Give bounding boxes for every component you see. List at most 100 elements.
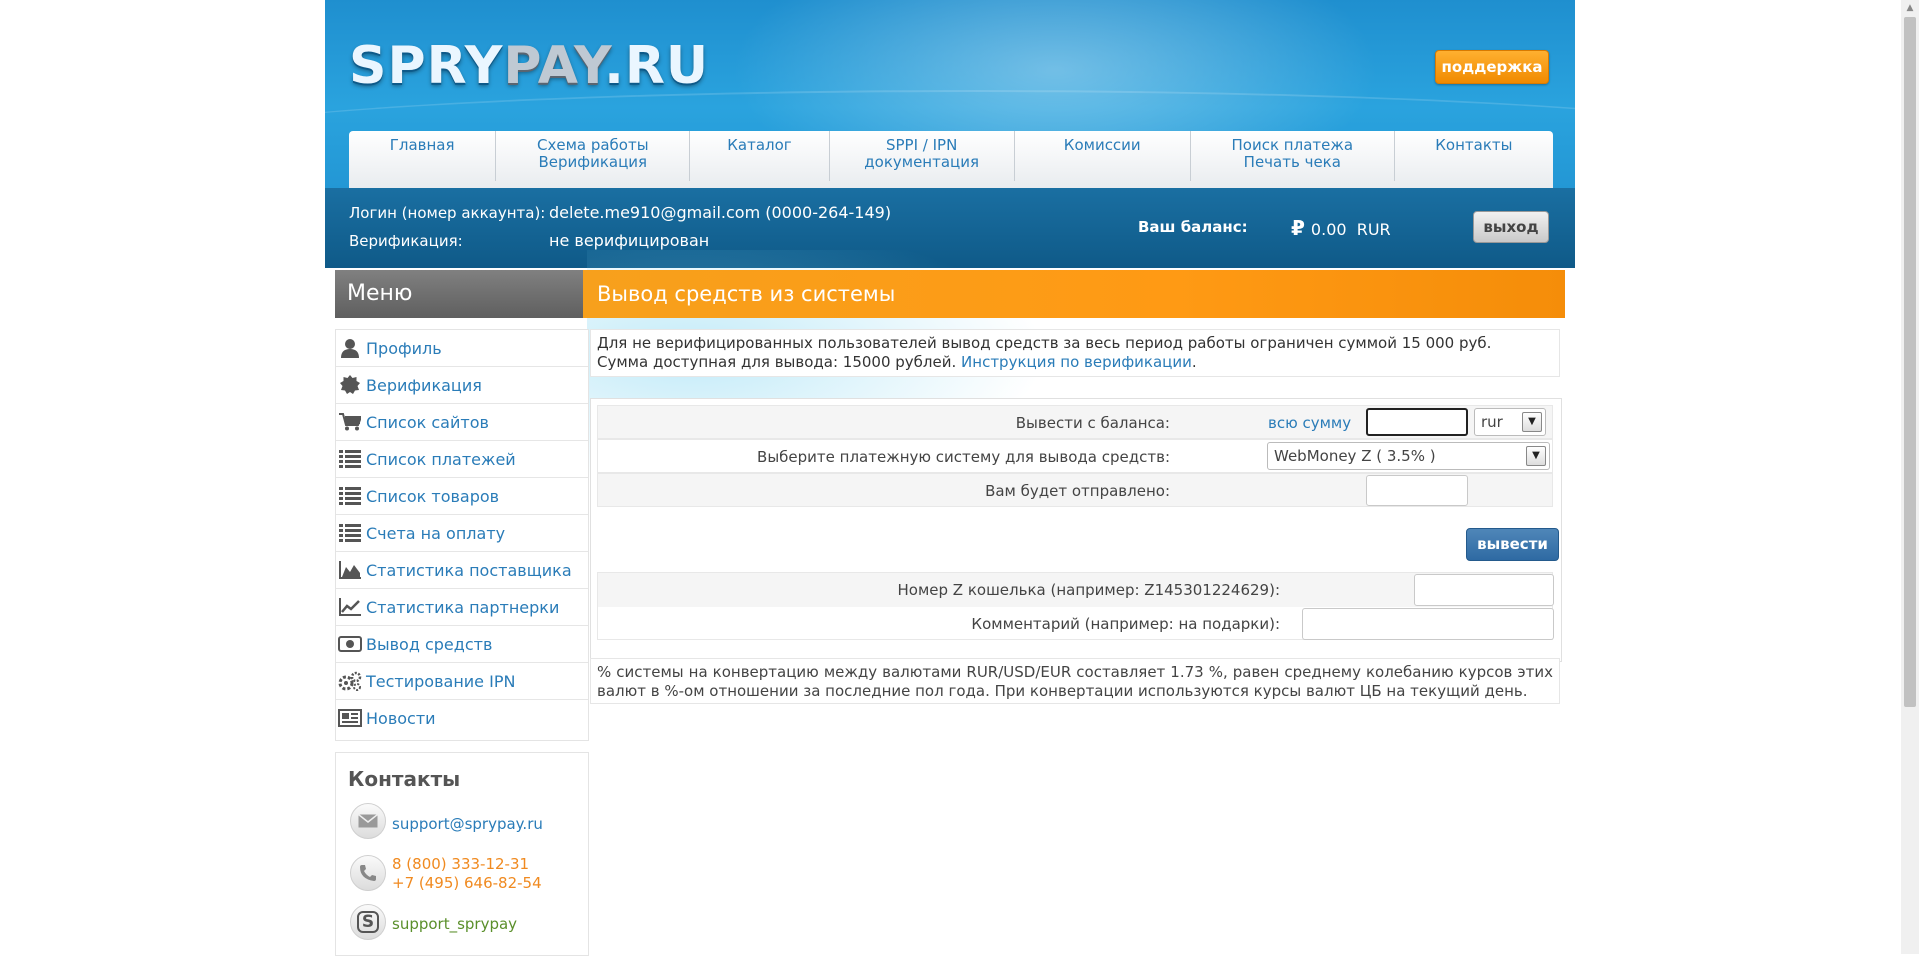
sidebar-item-label: Список сайтов xyxy=(366,412,489,432)
withdraw-info: Для не верифицированных пользователей вы… xyxy=(590,329,1560,377)
sidebar-item-invoices[interactable]: Счета на оплату xyxy=(336,515,588,552)
withdraw-amount-row: Вывести с баланса: всю сумму rur ▼ xyxy=(597,405,1553,439)
comment-input[interactable] xyxy=(1302,608,1554,640)
sidebar-item-sites[interactable]: Список сайтов xyxy=(336,404,588,441)
sidebar-item-news[interactable]: Новости xyxy=(336,700,588,736)
balance-label: Ваш баланс: xyxy=(1138,218,1248,236)
payment-system-label: Выберите платежную систему для вывода ср… xyxy=(757,448,1170,466)
currency-select[interactable]: rur ▼ xyxy=(1474,408,1546,436)
payment-system-value: WebMoney Z ( 3.5% ) xyxy=(1274,447,1436,465)
login-label: Логин (номер аккаунта): xyxy=(349,204,546,222)
mail-icon xyxy=(350,803,386,839)
verification-value: не верифицирован xyxy=(549,231,710,250)
nav-item-scheme[interactable]: Схема работы Верификация xyxy=(496,131,691,181)
page-title: Вывод средств из системы xyxy=(583,270,1565,318)
sidebar-item-label: Статистика поставщика xyxy=(366,560,572,580)
verification-instructions-link[interactable]: Инструкция по верификации xyxy=(961,353,1192,371)
skype-handle[interactable]: support_sprypay xyxy=(392,915,517,933)
withdraw-submit-button[interactable]: вывести xyxy=(1466,528,1559,561)
info-available-row: Сумма доступная для вывода: 15000 рублей… xyxy=(597,353,1553,372)
chevron-down-icon: ▼ xyxy=(1526,446,1546,466)
sidebar-item-partner-stats[interactable]: Статистика партнерки xyxy=(336,589,588,626)
info-limit-text: Для не верифицированных пользователей вы… xyxy=(597,334,1492,352)
nav-label-verification[interactable]: Верификация xyxy=(496,154,689,171)
nav-label-print-receipt[interactable]: Печать чека xyxy=(1191,154,1394,171)
sidebar-item-verification[interactable]: Верификация xyxy=(336,367,588,404)
contacts-title: Контакты xyxy=(348,767,461,791)
scroll-up-icon[interactable]: ▲ xyxy=(1901,0,1919,17)
header: SPRYPAY.RU поддержка Главная Схема работ… xyxy=(325,0,1575,268)
phone-2[interactable]: +7 (495) 646-82-54 xyxy=(392,874,542,892)
area-chart-icon xyxy=(338,559,362,581)
sidebar-item-label: Вывод средств xyxy=(366,634,493,654)
sidebar-item-ipn-test[interactable]: Тестирование IPN xyxy=(336,663,588,700)
sidebar-item-label: Статистика партнерки xyxy=(366,597,560,617)
balance-value: 0.00 xyxy=(1310,220,1347,239)
payment-system-select[interactable]: WebMoney Z ( 3.5% ) ▼ xyxy=(1267,442,1550,470)
info-dot: . xyxy=(1191,353,1197,371)
sent-amount-field[interactable] xyxy=(1366,475,1468,506)
skype-icon: S xyxy=(350,904,386,940)
sidebar-item-label: Тестирование IPN xyxy=(366,671,516,691)
newspaper-icon xyxy=(338,707,362,729)
wallet-number-label: Номер Z кошелька (например: Z14530122462… xyxy=(897,581,1281,599)
nav-item-sppi[interactable]: SPPI / IPN документация xyxy=(830,131,1015,181)
nav-label: Контакты xyxy=(1435,136,1513,154)
sidebar-item-profile[interactable]: Профиль xyxy=(336,330,588,367)
currency-select-value: rur xyxy=(1481,413,1503,431)
sidebar-item-label: Верификация xyxy=(366,375,482,395)
balance-currency: RUR xyxy=(1356,220,1391,239)
nav-item-catalog[interactable]: Каталог xyxy=(690,131,830,181)
sent-amount-row: Вам будет отправлено: xyxy=(597,473,1553,507)
sidebar-item-label: Список товаров xyxy=(366,486,500,506)
phone-1[interactable]: 8 (800) 333-12-31 xyxy=(392,855,529,873)
withdraw-all-link[interactable]: всю сумму xyxy=(1268,414,1351,432)
banknote-icon xyxy=(338,633,362,655)
badge-icon xyxy=(338,374,362,396)
sidebar-item-withdraw[interactable]: Вывод средств xyxy=(336,626,588,663)
wallet-number-input[interactable] xyxy=(1414,574,1554,606)
sidebar-item-products[interactable]: Список товаров xyxy=(336,478,588,515)
wallet-row: Номер Z кошелька (например: Z14530122462… xyxy=(598,573,1554,607)
nav-label: Схема работы xyxy=(536,136,649,154)
sidebar-item-label: Список платежей xyxy=(366,449,516,469)
chevron-down-icon: ▼ xyxy=(1522,412,1542,432)
logo-part-spry: SPRY xyxy=(349,36,504,96)
sidebar-item-label: Счета на оплату xyxy=(366,523,506,543)
site-logo[interactable]: SPRYPAY.RU xyxy=(349,36,709,96)
verification-label: Верификация: xyxy=(349,232,463,250)
payment-system-row: Выберите платежную систему для вывода ср… xyxy=(597,439,1553,473)
comment-label: Комментарий (например: на подарки): xyxy=(971,615,1280,633)
sidebar-menu: Профиль Верификация Список сайтов Список… xyxy=(335,329,589,741)
line-chart-icon xyxy=(338,596,362,618)
wallet-section: Номер Z кошелька (например: Z14530122462… xyxy=(597,572,1554,640)
nav-item-home[interactable]: Главная xyxy=(349,131,497,181)
logout-button[interactable]: выход xyxy=(1473,211,1549,243)
gears-icon xyxy=(338,670,362,692)
sidebar-item-payments[interactable]: Список платежей xyxy=(336,441,588,478)
sidebar-item-supplier-stats[interactable]: Статистика поставщика xyxy=(336,552,588,589)
withdraw-amount-input[interactable] xyxy=(1366,408,1468,436)
sidebar-title: Меню xyxy=(335,270,597,318)
nav-label: Главная xyxy=(389,136,455,154)
support-email-link[interactable]: support@sprypay.ru xyxy=(392,815,543,833)
info-available-text: Сумма доступная для вывода: 15000 рублей… xyxy=(597,353,957,371)
list-icon xyxy=(338,485,362,507)
nav-item-fees[interactable]: Комиссии xyxy=(1015,131,1191,181)
support-button[interactable]: поддержка xyxy=(1435,50,1549,84)
nav-item-search-payment[interactable]: Поиск платежа Печать чека xyxy=(1191,131,1395,181)
withdraw-form: Вывести с баланса: всю сумму rur ▼ Выбер… xyxy=(590,398,1562,662)
ruble-icon: ₽ xyxy=(1291,216,1305,240)
nav-item-contacts[interactable]: Контакты xyxy=(1395,131,1553,181)
main-nav: Главная Схема работы Верификация Каталог… xyxy=(349,131,1553,188)
scrollbar-thumb[interactable] xyxy=(1904,17,1916,707)
nav-label-docs: документация xyxy=(864,153,980,171)
logo-part-pay: PAY xyxy=(503,36,605,96)
sidebar-item-label: Профиль xyxy=(366,338,442,358)
nav-label: Комиссии xyxy=(1063,136,1141,154)
vertical-scrollbar[interactable]: ▲ xyxy=(1901,0,1919,954)
nav-label: SPPI / IPN xyxy=(885,136,958,154)
login-value: delete.me910@gmail.com (0000-264-149) xyxy=(549,203,892,222)
page: SPRYPAY.RU поддержка Главная Схема работ… xyxy=(325,0,1575,956)
sidebar-item-label: Новости xyxy=(366,708,436,728)
